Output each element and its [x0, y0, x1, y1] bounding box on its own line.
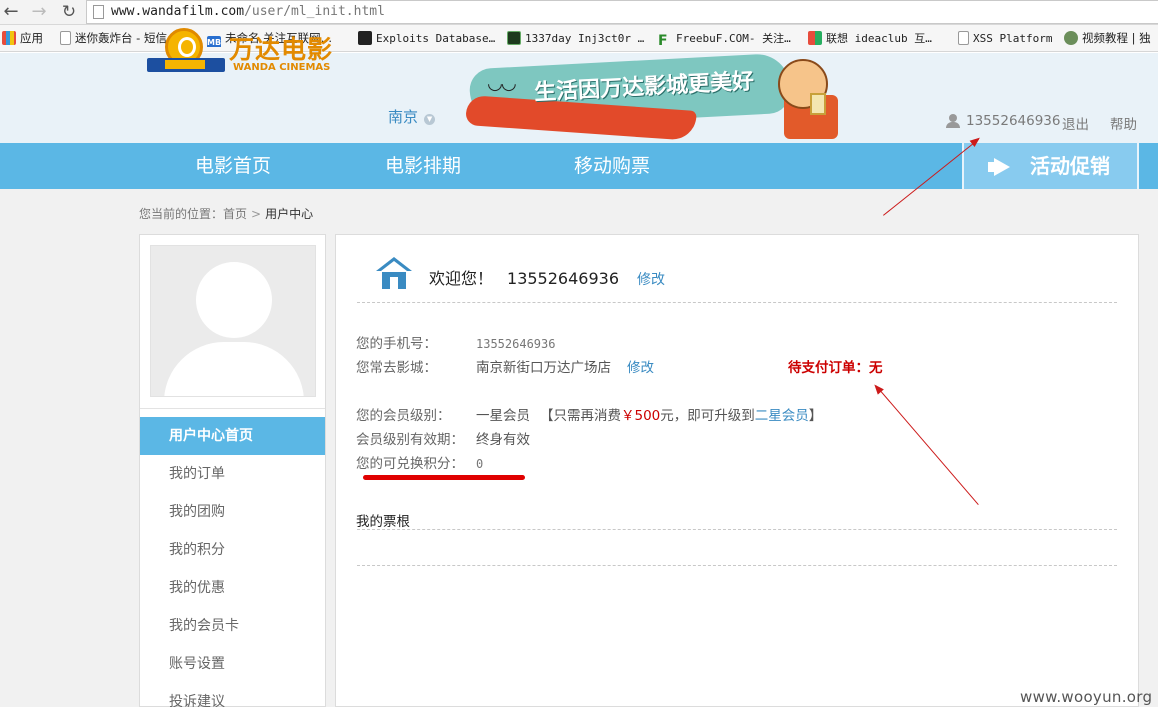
red-underline-annotation — [363, 475, 525, 480]
page-icon — [958, 31, 969, 45]
url-text[interactable]: www.wandafilm.com/user/ml_init.html — [111, 4, 385, 19]
back-arrow-icon[interactable]: ← — [0, 1, 22, 23]
logo-title: 万达电影 — [229, 35, 334, 64]
bookmark-item[interactable]: 1337day Inj3ct0r … — [507, 29, 644, 47]
avatar-body-icon — [164, 342, 304, 396]
avatar-head-icon — [196, 262, 272, 338]
validity-label: 会员级别有效期： — [356, 432, 464, 448]
tickets-title: 我的票根 — [356, 514, 410, 530]
logout-link[interactable]: 退出 — [1062, 113, 1089, 133]
freebuf-icon: F — [658, 33, 668, 47]
upgrade-price: ￥500 — [621, 408, 661, 424]
page-icon — [60, 31, 71, 45]
phone-row: 您的手机号： 13552646936 — [356, 332, 555, 352]
sidebar-item-points[interactable]: 我的积分 — [140, 531, 325, 569]
cinema-label: 您常去影城： — [356, 360, 437, 376]
user-center-panel: 欢迎您！ 13552646936 修改 您的手机号： 13552646936 您常去影… — [335, 234, 1139, 707]
address-bar[interactable]: www.wandafilm.com/user/ml_init.html — [86, 0, 1158, 24]
validity-row: 会员级别有效期： 终身有效 — [356, 428, 530, 448]
cinema-row: 您常去影城： 南京新街口万达广场店 修改 — [356, 356, 654, 376]
reload-icon[interactable]: ↻ — [58, 1, 80, 23]
user-icon — [946, 114, 960, 128]
level-label: 您的会员级别： — [356, 408, 451, 424]
avatar[interactable] — [150, 245, 316, 397]
edit-profile-link[interactable]: 修改 — [637, 272, 665, 288]
sidebar-item-orders[interactable]: 我的订单 — [140, 455, 325, 493]
welcome-line: 欢迎您！ 13552646936 修改 — [429, 265, 665, 289]
home-icon — [376, 257, 412, 289]
logo-subtitle: WANDA CINEMAS — [233, 62, 331, 73]
sidebar-item-group-buy[interactable]: 我的团购 — [140, 493, 325, 531]
breadcrumb-prefix: 您当前的位置： — [139, 207, 224, 221]
bookmark-apps[interactable]: 应用 — [2, 29, 43, 47]
points-value: 0 — [476, 457, 484, 471]
points-label: 您的可兑换积分： — [356, 456, 464, 472]
sidebar-item-coupons[interactable]: 我的优惠 — [140, 569, 325, 607]
header-banner: ◡◡ 生活因万达影城更美好 — [465, 52, 846, 141]
sidebar-divider — [140, 408, 325, 409]
breadcrumb: 您当前的位置：首页 > 用户中心 — [139, 205, 313, 222]
sidebar-item-member-card[interactable]: 我的会员卡 — [140, 607, 325, 645]
breadcrumb-home[interactable]: 首页 — [223, 207, 247, 221]
nav-mobile-tickets[interactable]: 移动购票 — [574, 143, 650, 189]
city-name: 南京 — [388, 108, 419, 126]
smile-icon: ◡◡ — [488, 73, 516, 94]
validity-value: 终身有效 — [476, 432, 530, 448]
bookmark-item[interactable]: 联想 ideaclub 互… — [808, 29, 932, 47]
user-phone-link[interactable]: 13552646936 — [966, 113, 1060, 129]
sidebar-item-feedback[interactable]: 投诉建议 — [140, 683, 325, 707]
nav-movie-home[interactable]: 电影首页 — [195, 143, 271, 189]
page-icon — [93, 5, 104, 19]
megaphone-icon — [988, 158, 1014, 176]
ribbon-icon — [147, 58, 225, 72]
lenovo-icon — [808, 31, 822, 45]
url-host: www.wandafilm.com — [111, 4, 245, 19]
browser-toolbar: ← → ↻ www.wandafilm.com/user/ml_init.htm… — [0, 0, 1158, 25]
chevron-down-icon: ▼ — [424, 114, 436, 125]
breadcrumb-separator: > — [251, 207, 262, 221]
welcome-phone: 13552646936 — [507, 269, 619, 288]
edit-cinema-link[interactable]: 修改 — [627, 360, 654, 376]
member-level-row: 您的会员级别： 一星会员 【只需再消费￥500元，即可升级到二星会员】 — [356, 404, 822, 424]
watermark: www.wooyun.org — [1020, 688, 1153, 706]
upgrade-prefix: 【只需再消费 — [540, 408, 621, 424]
exploit-db-icon — [358, 31, 372, 45]
tickets-divider — [357, 529, 1117, 530]
bookmark-item[interactable]: F FreebuF.COM- 关注… — [658, 29, 791, 47]
welcome-text: 欢迎您！ — [429, 269, 494, 288]
wanda-logo[interactable]: 万达电影 WANDA CINEMAS — [147, 28, 342, 80]
apps-grid-icon — [2, 31, 16, 45]
breadcrumb-current: 用户中心 — [265, 207, 314, 221]
promo-label: 活动促销 — [1030, 154, 1110, 178]
phone-value: 13552646936 — [476, 337, 556, 351]
upgrade-mid: 元，即可升级到 — [660, 408, 755, 424]
pending-orders-status: 待支付订单：无 — [788, 360, 883, 376]
popcorn-icon — [810, 93, 826, 115]
city-selector[interactable]: 南京 ▼ — [388, 106, 436, 127]
forward-arrow-icon[interactable]: → — [28, 1, 50, 23]
bookmark-item[interactable]: 视频教程 | 独 — [1064, 29, 1151, 47]
points-row: 您的可兑换积分： 0 — [356, 452, 483, 472]
sidebar-item-account-settings[interactable]: 账号设置 — [140, 645, 325, 683]
upgrade-level-link[interactable]: 二星会员 — [755, 408, 809, 424]
tickets-bottom-divider — [357, 565, 1117, 566]
sidebar-menu: 用户中心首页 我的订单 我的团购 我的积分 我的优惠 我的会员卡 账号设置 投诉… — [140, 417, 325, 707]
nav-promotions[interactable]: 活动促销 — [962, 143, 1139, 189]
nav-movie-schedule[interactable]: 电影排期 — [385, 143, 461, 189]
bookmark-item[interactable]: XSS Platform — [958, 29, 1052, 47]
sidebar-item-user-center[interactable]: 用户中心首页 — [140, 417, 325, 455]
bookmark-item[interactable]: Exploits Database… — [358, 29, 495, 47]
url-path: /user/ml_init.html — [244, 4, 385, 19]
cinema-value: 南京新街口万达广场店 — [476, 360, 611, 376]
upgrade-suffix: 】 — [808, 408, 823, 424]
avatar-icon — [1064, 31, 1078, 45]
1337day-icon — [507, 31, 521, 45]
user-sidebar: 用户中心首页 我的订单 我的团购 我的积分 我的优惠 我的会员卡 账号设置 投诉… — [139, 234, 326, 707]
phone-label: 您的手机号： — [356, 336, 437, 352]
level-value: 一星会员 — [476, 408, 530, 424]
help-link[interactable]: 帮助 — [1110, 113, 1137, 133]
section-divider — [357, 302, 1117, 303]
